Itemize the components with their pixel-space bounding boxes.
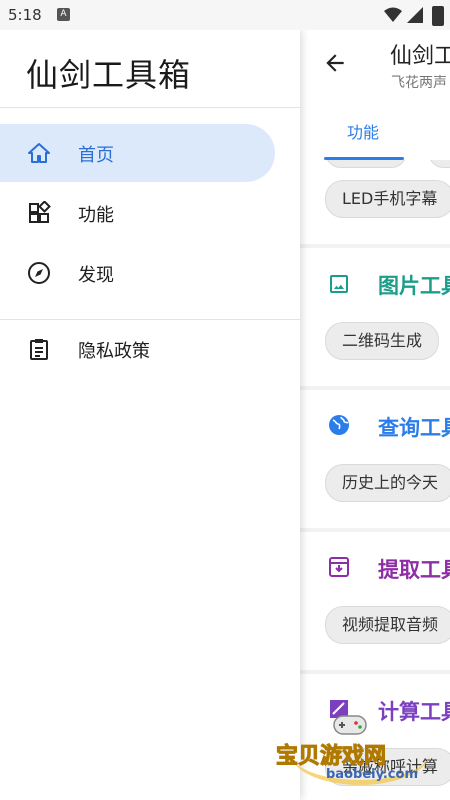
section-extract-tools: 提取工具 视频提取音频 <box>300 532 450 670</box>
chip-history-today[interactable]: 历史上的今天 <box>325 464 450 502</box>
section-title-image: 图片工具 <box>378 274 450 298</box>
nav-item-features[interactable]: 功能 <box>0 184 275 242</box>
nav-label-discover: 发现 <box>78 265 114 286</box>
section-title-query: 查询工具 <box>378 416 450 440</box>
section-image-tools: 图片工具 二维码生成 <box>300 248 450 386</box>
app-subtitle: 飞花两声 <box>391 75 447 91</box>
nav-item-discover[interactable]: 发现 <box>0 244 275 302</box>
watermark-logo: 宝贝游戏网 baobeiy.com <box>270 700 450 800</box>
nav-label-home: 首页 <box>78 145 114 166</box>
nav-label-privacy: 隐私政策 <box>78 341 150 362</box>
navigation-drawer: 仙剑工具箱 首页 功能 发现 隐私政策 <box>0 30 300 800</box>
chip-partial[interactable] <box>325 160 407 168</box>
image-icon <box>330 275 348 293</box>
home-icon <box>28 143 50 163</box>
app-title: 仙剑工 <box>390 44 450 69</box>
clipboard-icon <box>30 339 48 360</box>
globe-icon <box>329 415 349 435</box>
signal-icon <box>407 7 423 23</box>
nav-item-home[interactable]: 首页 <box>0 124 275 182</box>
status-bar: 5:18 A <box>0 0 450 30</box>
chip-led-subtitle[interactable]: LED手机字幕 <box>325 180 450 218</box>
nav-item-privacy[interactable]: 隐私政策 <box>0 320 275 378</box>
nav-label-features: 功能 <box>78 205 114 226</box>
section-query-tools: 查询工具 历史上的今天 <box>300 390 450 528</box>
drawer-divider-top <box>0 107 300 108</box>
back-arrow-icon[interactable] <box>322 50 348 76</box>
watermark-url: baobeiy.com <box>326 767 418 782</box>
battery-icon <box>432 6 444 26</box>
gamepad-icon <box>333 715 367 735</box>
wifi-icon <box>384 7 402 22</box>
chip-video-audio[interactable]: 视频提取音频 <box>325 606 450 644</box>
chip-partial-2[interactable] <box>428 160 450 168</box>
widgets-icon <box>29 201 51 223</box>
chip-qrcode[interactable]: 二维码生成 <box>325 322 440 360</box>
tab-features[interactable]: 功能 <box>347 119 379 143</box>
compass-icon <box>28 262 50 284</box>
section-title-extract: 提取工具 <box>378 558 450 582</box>
section-card-partial: LED手机字幕 <box>300 160 450 244</box>
archive-icon <box>329 557 349 577</box>
watermark-text: 宝贝游戏网 <box>275 744 387 770</box>
status-time: 5:18 <box>8 6 42 24</box>
drawer-title: 仙剑工具箱 <box>26 56 192 94</box>
notification-icon: A <box>57 8 70 21</box>
